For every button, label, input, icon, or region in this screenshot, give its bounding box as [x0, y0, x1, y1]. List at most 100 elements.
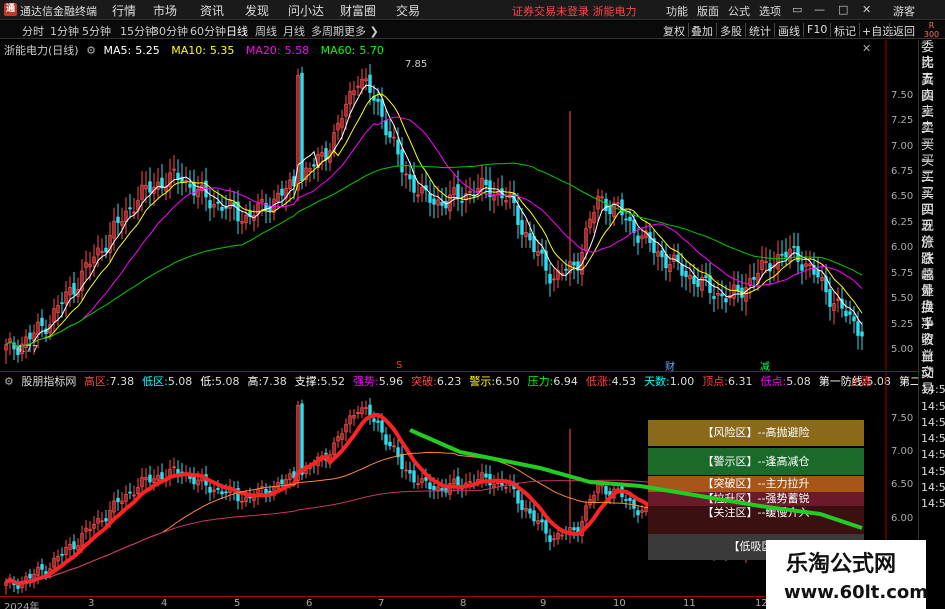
maximize-icon[interactable]: □ — [838, 3, 848, 16]
candle-body — [28, 332, 32, 340]
btn-diejia[interactable]: 叠加 — [691, 23, 713, 39]
candle-body — [624, 218, 628, 221]
candle-body — [116, 216, 120, 223]
candle-body — [440, 201, 444, 206]
quote-field-label: 买一 — [921, 137, 935, 169]
y-tick-label: 7.50 — [891, 89, 914, 101]
close-icon[interactable]: ✕ — [862, 3, 871, 16]
candle-body — [428, 482, 432, 490]
toolbar-divider — [745, 23, 746, 37]
period-multi[interactable]: 多周期 — [311, 23, 344, 39]
menu-hangqing[interactable]: 行情 — [112, 2, 136, 19]
candle-body — [516, 490, 520, 504]
period-15min[interactable]: 15分钟 — [120, 23, 156, 39]
candle-body — [160, 472, 164, 480]
menu-zixun[interactable]: 资讯 — [200, 2, 224, 19]
candle-body — [484, 473, 488, 478]
candle-body — [792, 246, 796, 248]
quote-field-label: 净资 — [921, 317, 935, 349]
y-tick-label: 7.50 — [891, 412, 914, 424]
btn-duogu[interactable]: 多股 — [720, 23, 742, 39]
candle-body — [208, 200, 212, 209]
menu-gongshi[interactable]: 公式 — [728, 3, 750, 19]
zone-warning: 【警示区】--逢高减仓 — [648, 448, 864, 475]
candle-body — [40, 317, 44, 326]
menu-gongneng[interactable]: 功能 — [666, 3, 688, 19]
candle-body — [188, 183, 192, 188]
toolbar-divider — [716, 23, 717, 37]
candle-body — [192, 475, 196, 485]
period-fenshi[interactable]: 分时 — [22, 23, 44, 39]
candle-body — [636, 235, 640, 243]
period-30min[interactable]: 30分钟 — [152, 23, 188, 39]
quote-side-panel: 委比 卖五 卖四 卖三 卖二 卖一 买一 买二 买三 买四 买五 现价 涨跌 涨幅 总量 外盘 换手 净资 收益 自动… — [918, 40, 945, 609]
watermark-url: www.60lt.com — [784, 582, 929, 603]
zone-focus: 【关注区】--缓慢介入 — [648, 506, 864, 534]
menu-faxian[interactable]: 发现 — [245, 2, 269, 19]
quote-field-label: 卖五 — [921, 56, 935, 88]
minimize-icon[interactable]: — — [814, 3, 825, 16]
kline-canvas — [4, 40, 887, 370]
btn-f10[interactable]: F10 — [807, 23, 827, 36]
candle-body — [684, 270, 688, 277]
trade-time: 14:56 — [921, 481, 945, 495]
zone-rise: 【拉升区】--强势蓄锐 — [648, 492, 864, 506]
ma20-line — [5, 116, 863, 348]
trade-time: 14:56 — [921, 448, 945, 462]
period-toolbar: 分时 1分钟 5分钟 15分钟 30分钟 60分钟 日线 周线 月线 多周期 更… — [0, 21, 945, 39]
candle-body — [828, 289, 832, 307]
quote-field-label: 外盘 — [921, 284, 935, 316]
trade-time: 14:56 — [921, 432, 945, 446]
btn-huaxian[interactable]: 画线 — [778, 23, 800, 39]
menu-jiaoyi[interactable]: 交易 — [396, 2, 420, 19]
menu-xuanxiang[interactable]: 选项 — [759, 3, 781, 19]
btn-biaoji[interactable]: 标记 — [834, 23, 856, 39]
candle-body — [280, 479, 284, 485]
menu-caifuquan[interactable]: 财富圈 — [340, 2, 376, 19]
candle-body — [520, 220, 524, 235]
period-week[interactable]: 周线 — [255, 23, 277, 39]
candle-body — [376, 420, 380, 423]
btn-fuquan[interactable]: 复权 — [663, 23, 685, 39]
date-tick: 6 — [306, 598, 313, 609]
event-mark-s[interactable]: S — [396, 360, 402, 371]
menu-wenxiaoda[interactable]: 问小达 — [288, 2, 324, 19]
candle-body — [60, 302, 64, 305]
menu-shichang[interactable]: 市场 — [153, 2, 177, 19]
candle-body — [636, 510, 640, 516]
y-tick-label: 5.25 — [891, 318, 914, 330]
candle-body — [680, 264, 684, 276]
candle-body — [412, 175, 416, 193]
period-day[interactable]: 日线 — [226, 23, 248, 39]
auto-trade-label[interactable]: 交易 — [919, 366, 945, 397]
main-kline-chart[interactable]: 浙能电力(日线) ⚙ MA5: 5.25 MA10: 5.35 MA20: 5.58 … — [0, 40, 918, 373]
period-month[interactable]: 月线 — [283, 23, 305, 39]
trade-login-alert[interactable]: 证券交易未登录 浙能电力 — [512, 3, 637, 19]
top-menubar: 通 通达信金融终端 行情 市场 资讯 发现 问小达 财富圈 交易 证券交易未登录… — [0, 0, 945, 20]
btn-tongji[interactable]: 统计 — [749, 23, 771, 39]
candle-body — [388, 131, 392, 138]
auto-trade-label[interactable]: 自动 — [919, 350, 945, 381]
candle-body — [784, 251, 788, 258]
candle-body — [444, 487, 448, 493]
candle-body — [176, 469, 180, 475]
guest-user[interactable]: 游客 — [893, 3, 915, 19]
candle-body — [516, 205, 520, 225]
period-60min[interactable]: 60分钟 — [190, 23, 226, 39]
candle-body — [280, 188, 284, 196]
candle-body — [604, 486, 608, 495]
period-5min[interactable]: 5分钟 — [82, 23, 111, 39]
toolbar-divider — [803, 23, 804, 37]
period-more[interactable]: 更多 ❯ — [344, 23, 379, 39]
y-tick-label: 5.50 — [891, 293, 914, 305]
menu-banmian[interactable]: 版面 — [697, 3, 719, 19]
btn-back[interactable]: 返回 — [893, 23, 915, 39]
period-1min[interactable]: 1分钟 — [50, 23, 79, 39]
candle-body — [300, 403, 304, 475]
candle-body — [712, 296, 716, 299]
restore-window-icon[interactable]: ▭ — [792, 3, 802, 16]
candle-body — [372, 418, 376, 423]
candle-body — [60, 553, 64, 556]
candle-body — [860, 331, 864, 337]
candle-body — [220, 491, 224, 495]
